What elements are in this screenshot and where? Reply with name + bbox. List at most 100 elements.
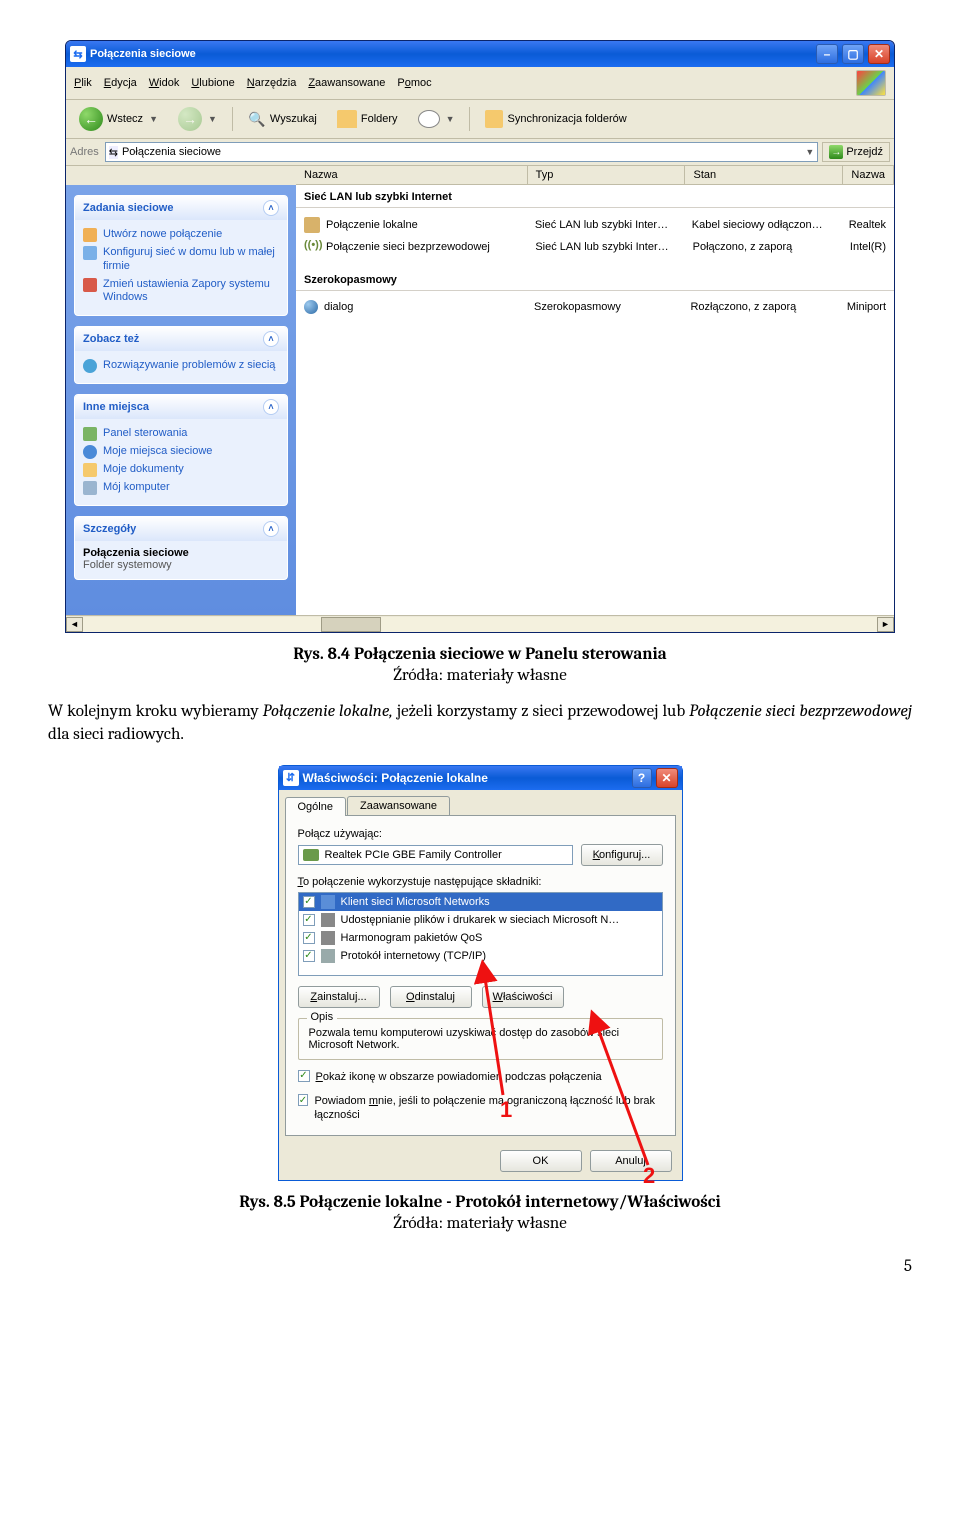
collapse-icon[interactable]: ˄ (263, 521, 279, 537)
component-tcpip[interactable]: ✓ Protokół internetowy (TCP/IP) (299, 947, 662, 965)
back-button[interactable]: ← Wstecz ▼ (72, 104, 165, 134)
other-places-card: Inne miejsca ˄ Panel sterowania Moje mie… (74, 394, 288, 506)
views-dropdown-icon[interactable]: ▼ (446, 114, 455, 124)
menu-favorites[interactable]: Ulubione (191, 77, 234, 89)
close-button[interactable]: ✕ (656, 768, 678, 788)
scroll-thumb[interactable] (321, 617, 381, 632)
checkbox-checked-icon[interactable]: ✓ (298, 1070, 310, 1082)
connection-name: Połączenie lokalne (326, 219, 418, 231)
nic-name: Realtek PCIe GBE Family Controller (325, 849, 502, 861)
search-button[interactable]: 🔍 Wyszukaj (241, 107, 324, 131)
views-button[interactable]: ▼ (411, 107, 462, 131)
address-value: Połączenia sieciowe (122, 146, 221, 158)
other-my-documents[interactable]: Moje dokumenty (83, 461, 279, 479)
component-client[interactable]: ✓ Klient sieci Microsoft Networks (299, 893, 662, 911)
other-places-header[interactable]: Inne miejsca ˄ (75, 395, 287, 419)
menu-file[interactable]: Plik (74, 77, 92, 89)
folder-sync-button[interactable]: Synchronizacja folderów (478, 107, 633, 131)
figure-source-2: Źródła: materiały własne (48, 1214, 912, 1233)
checkbox-checked-icon[interactable]: ✓ (303, 932, 315, 944)
go-label: Przejdź (846, 146, 883, 158)
network-tasks-card: Zadania sieciowe ˄ Utwórz nowe połączeni… (74, 195, 288, 316)
collapse-icon[interactable]: ˄ (263, 200, 279, 216)
connection-row-broadband[interactable]: dialog Szerokopasmowy Rozłączono, z zapo… (296, 297, 894, 317)
connection-state: Połączono, z zaporą (693, 241, 850, 253)
views-icon (418, 110, 440, 128)
folder-sync-icon (485, 110, 503, 128)
horizontal-scrollbar[interactable]: ◄ ► (66, 615, 894, 632)
col-type[interactable]: Typ (528, 166, 686, 184)
connection-device: Miniport (847, 301, 886, 313)
see-also-title: Zobacz też (83, 333, 139, 345)
collapse-icon[interactable]: ˄ (263, 331, 279, 347)
checkbox-checked-icon[interactable]: ✓ (303, 896, 315, 908)
network-tasks-header[interactable]: Zadania sieciowe ˄ (75, 196, 287, 220)
components-listbox[interactable]: ✓ Klient sieci Microsoft Networks ✓ Udos… (298, 892, 663, 976)
see-also-troubleshoot[interactable]: Rozwiązywanie problemów z siecią (83, 357, 279, 375)
task-setup-home-network[interactable]: Konfiguruj sieć w domu lub w małej firmi… (83, 244, 279, 276)
explorer-titlebar[interactable]: ⇆ Połączenia sieciowe – ▢ ✕ (66, 41, 894, 67)
figure-caption-1: Rys. 8.4 Połączenia sieciowe w Panelu st… (48, 645, 912, 664)
menu-help[interactable]: Pomoc (397, 77, 431, 89)
show-icon-checkbox[interactable]: ✓ Pokaż ikonę w obszarze powiadomień pod… (298, 1070, 663, 1084)
component-file-sharing[interactable]: ✓ Udostępnianie plików i drukarek w siec… (299, 911, 662, 929)
forward-dropdown-icon[interactable]: ▼ (208, 114, 217, 124)
scroll-right-button[interactable]: ► (877, 617, 894, 632)
tasks-side-panel: Zadania sieciowe ˄ Utwórz nowe połączeni… (66, 185, 296, 615)
menu-advanced[interactable]: Zaawansowane (308, 77, 385, 89)
ok-button[interactable]: OK (500, 1150, 582, 1172)
network-places-icon (83, 445, 97, 459)
address-input[interactable]: ⇆ Połączenia sieciowe ▼ (105, 142, 819, 162)
address-bar: Adres ⇆ Połączenia sieciowe ▼ → Przejdź (66, 139, 894, 166)
other-network-places[interactable]: Moje miejsca sieciowe (83, 443, 279, 461)
task-firewall-settings[interactable]: Zmień ustawienia Zapory systemu Windows (83, 276, 279, 308)
checkbox-checked-icon[interactable]: ✓ (298, 1094, 309, 1106)
go-arrow-icon: → (829, 145, 843, 159)
checkbox-checked-icon[interactable]: ✓ (303, 950, 315, 962)
col-name[interactable]: Nazwa (296, 166, 528, 184)
connection-state: Rozłączono, z zaporą (690, 301, 846, 313)
help-button[interactable]: ? (632, 768, 652, 788)
connection-row-lan[interactable]: Połączenie lokalne Sieć LAN lub szybki I… (296, 214, 894, 236)
close-button[interactable]: ✕ (868, 44, 890, 64)
cancel-button[interactable]: Anuluj (590, 1150, 672, 1172)
configure-button[interactable]: Konfiguruj... (581, 844, 663, 866)
menu-view[interactable]: Widok (149, 77, 180, 89)
see-also-header[interactable]: Zobacz też ˄ (75, 327, 287, 351)
dialog-titlebar[interactable]: ⇵ Właściwości: Połączenie lokalne ? ✕ (279, 766, 682, 790)
collapse-icon[interactable]: ˄ (263, 399, 279, 415)
details-title: Szczegóły (83, 523, 136, 535)
minimize-button[interactable]: – (816, 44, 838, 64)
task-new-connection[interactable]: Utwórz nowe połączenie (83, 226, 279, 244)
scroll-track[interactable] (83, 617, 877, 632)
uninstall-button[interactable]: Odinstaluj (390, 986, 472, 1008)
back-arrow-icon: ← (79, 107, 103, 131)
component-qos[interactable]: ✓ Harmonogram pakietów QoS (299, 929, 662, 947)
scroll-left-button[interactable]: ◄ (66, 617, 83, 632)
other-my-computer[interactable]: Mój komputer (83, 479, 279, 497)
maximize-button[interactable]: ▢ (842, 44, 864, 64)
folders-button[interactable]: Foldery (330, 107, 405, 131)
dialog-footer: OK Anuluj (279, 1142, 682, 1180)
col-state[interactable]: Stan (685, 166, 843, 184)
other-control-panel[interactable]: Panel sterowania (83, 425, 279, 443)
tab-general[interactable]: Ogólne (285, 797, 346, 816)
separator (469, 107, 470, 131)
tab-advanced[interactable]: Zaawansowane (347, 796, 450, 815)
back-dropdown-icon[interactable]: ▼ (149, 114, 158, 124)
connection-row-wifi[interactable]: ((•))Połączenie sieci bezprzewodowej Sie… (296, 236, 894, 258)
col-name2[interactable]: Nazwa (843, 166, 894, 184)
menu-edit[interactable]: Edycja (104, 77, 137, 89)
address-dropdown-icon[interactable]: ▼ (805, 147, 814, 157)
checkbox-checked-icon[interactable]: ✓ (303, 914, 315, 926)
other-places-title: Inne miejsca (83, 401, 149, 413)
details-header[interactable]: Szczegóły ˄ (75, 517, 287, 541)
install-button[interactable]: Zainstaluj... (298, 986, 380, 1008)
properties-button[interactable]: Właściwości (482, 986, 564, 1008)
menu-bar: Plik Edycja Widok Ulubione Narzędzia Zaa… (66, 67, 894, 100)
go-button[interactable]: → Przejdź (822, 142, 890, 162)
notify-limited-checkbox[interactable]: ✓ Powiadom mnie, jeśli to połączenie ma … (298, 1094, 663, 1123)
menu-tools[interactable]: Narzędzia (247, 77, 297, 89)
firewall-icon (83, 278, 97, 292)
forward-button[interactable]: → ▼ (171, 104, 224, 134)
